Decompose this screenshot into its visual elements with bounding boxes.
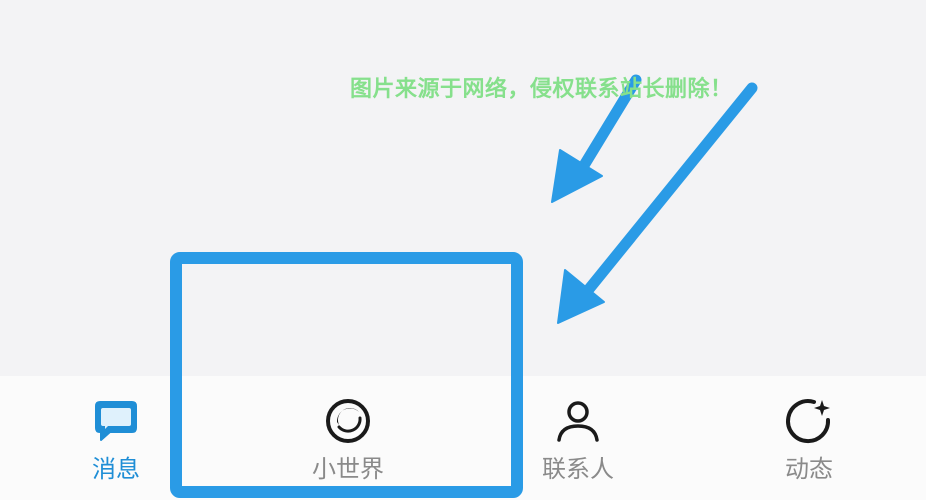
person-icon — [557, 401, 599, 442]
planet-icon — [326, 399, 370, 443]
message-bubble-icon — [95, 401, 137, 441]
tab-moments-label: 动态 — [785, 455, 833, 483]
tab-contacts[interactable]: 联系人 — [498, 376, 658, 500]
tab-messages-label: 消息 — [92, 455, 140, 483]
tab-messages[interactable]: 消息 — [36, 376, 196, 500]
tab-moments[interactable]: 动态 — [729, 376, 889, 500]
tab-world[interactable]: 小世界 — [268, 376, 428, 500]
main-content-area — [0, 0, 926, 376]
refresh-star-icon — [786, 399, 831, 444]
bottom-tab-bar: 消息 小世界 联系人 动态 — [0, 376, 926, 500]
tab-contacts-label: 联系人 — [542, 455, 614, 483]
watermark-text: 图片来源于网络，侵权联系站长删除！ — [350, 77, 733, 102]
tab-world-label: 小世界 — [312, 455, 384, 483]
